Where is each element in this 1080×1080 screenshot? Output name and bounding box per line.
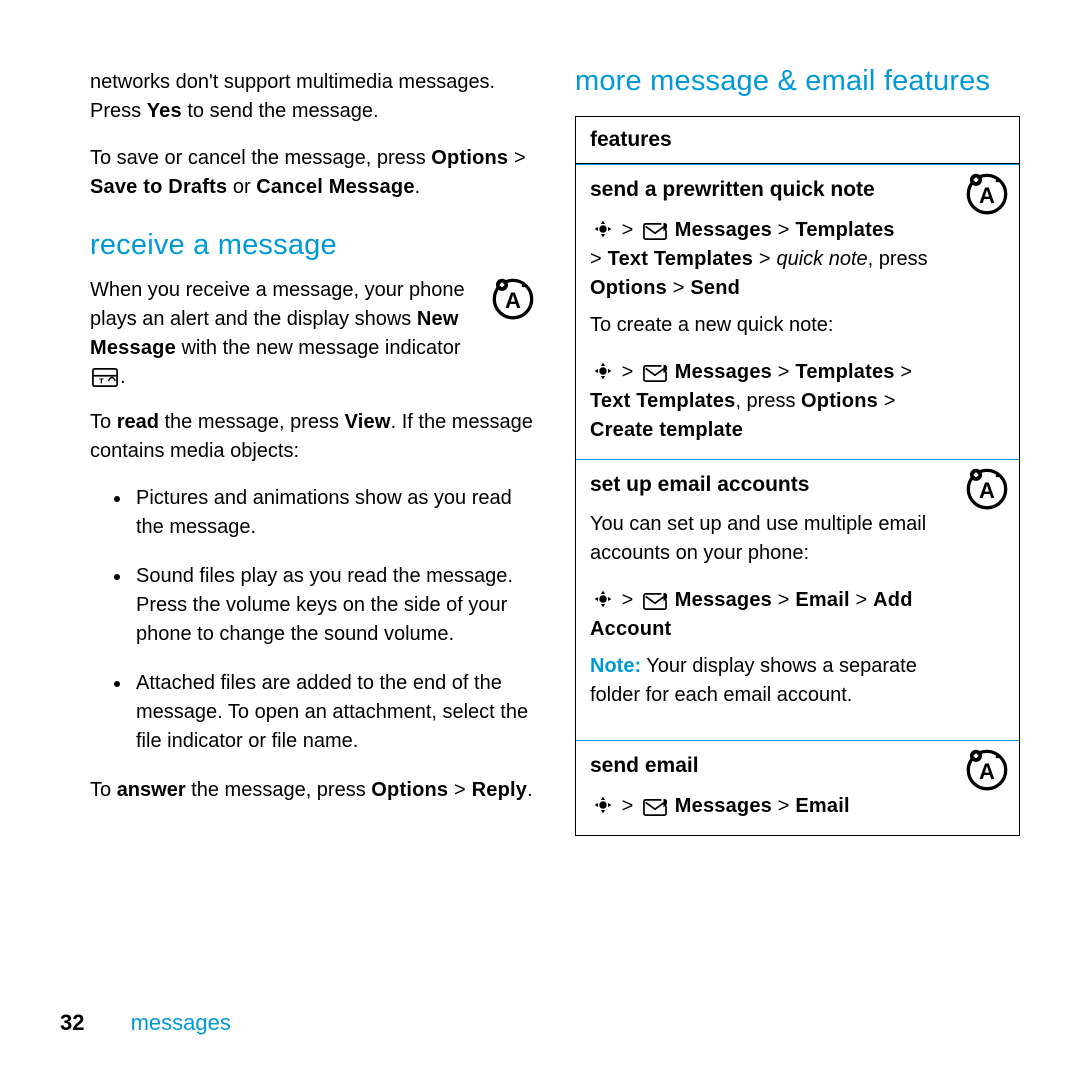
read-intro: To read the message, press View. If the …: [90, 408, 535, 466]
media-list: Pictures and animations show as you read…: [90, 484, 535, 756]
feature-quick-note: send a prewritten quick note > Messages …: [576, 164, 1019, 458]
features-header: features: [576, 117, 1019, 164]
nav-path: > Messages > Templates > Text Templates,…: [590, 358, 955, 445]
new-message-indicator-icon: [92, 368, 118, 387]
accessibility-badge-icon: [965, 171, 1009, 215]
right-column: more message & email features features s…: [575, 60, 1020, 1000]
left-column: networks don't support multimedia messag…: [90, 60, 535, 1000]
nav-key-icon: [593, 795, 613, 815]
page-footer: 32 messages: [60, 1010, 231, 1036]
nav-key-icon: [593, 361, 613, 381]
page-number: 32: [60, 1010, 84, 1035]
messages-icon: [643, 365, 667, 382]
answer-note: To answer the message, press Options > R…: [90, 776, 535, 805]
accessibility-badge-icon: [491, 276, 535, 320]
mms-note: networks don't support multimedia messag…: [90, 68, 535, 126]
nav-key-icon: [593, 219, 613, 239]
nav-key-icon: [593, 589, 613, 609]
list-item: Pictures and animations show as you read…: [132, 484, 535, 542]
feature-send-email: send email > Messages > Email: [576, 740, 1019, 834]
email-note: Note: Your display shows a separate fold…: [590, 652, 955, 710]
accessibility-badge-icon: [965, 466, 1009, 510]
nav-path: > Messages > Templates > Text Templates …: [590, 216, 955, 303]
messages-icon: [643, 799, 667, 816]
heading-more-features: more message & email features: [575, 60, 1020, 102]
messages-icon: [643, 223, 667, 240]
section-label: messages: [131, 1010, 231, 1035]
heading-receive: receive a message: [90, 224, 535, 266]
feature-email-accounts: set up email accounts You can set up and…: [576, 459, 1019, 740]
receive-intro: When you receive a message, your phone p…: [90, 276, 535, 392]
page-content: networks don't support multimedia messag…: [0, 0, 1080, 1000]
list-item: Attached files are added to the end of t…: [132, 669, 535, 756]
features-table: features send a prewritten quick note > …: [575, 116, 1020, 836]
save-cancel-note: To save or cancel the message, press Opt…: [90, 144, 535, 202]
messages-icon: [643, 593, 667, 610]
accessibility-badge-icon: [965, 747, 1009, 791]
list-item: Sound files play as you read the message…: [132, 562, 535, 649]
nav-path: > Messages > Email > Add Account: [590, 586, 955, 644]
nav-path: > Messages > Email: [590, 792, 955, 821]
